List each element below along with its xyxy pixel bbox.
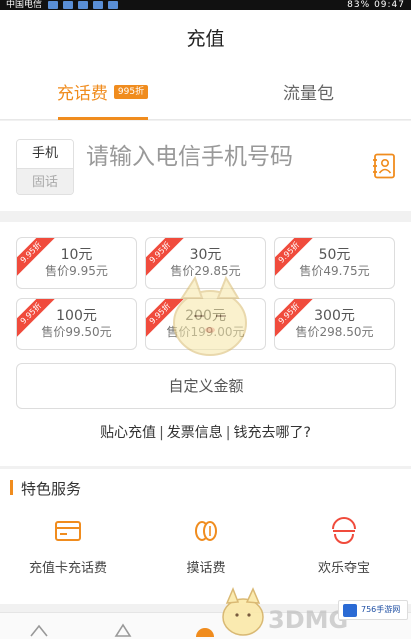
notification-icon [93,1,103,9]
info-links: 贴心充值 | 发票信息 | 钱充去哪了? [0,418,411,448]
notification-icon [48,1,58,9]
type-mobile-option[interactable]: 手机 [17,140,73,168]
notification-icons [48,1,118,9]
contacts-icon[interactable] [372,153,396,179]
amount-price: 售价99.50元 [41,325,112,339]
battery-label: 83% [347,0,371,10]
tab-indicator [58,117,148,120]
type-landline-option[interactable]: 固话 [17,168,73,194]
phone-section: 手机 固话 [0,121,411,211]
link-separator: | [225,425,231,441]
services-header: 特色服务 [10,477,81,501]
amount-option-300[interactable]: 9.95折 300元 售价298.50元 [274,298,395,350]
service-label: 欢乐夺宝 [317,561,370,576]
link-where-money-went[interactable]: 钱充去哪了? [234,425,311,441]
featured-services: 特色服务 充值卡充话费 摸话费 欢乐夺宝 [0,469,411,604]
service-card-recharge[interactable]: 充值卡充话费 [8,517,128,576]
status-right: 83% 09:47 [347,0,405,10]
notification-icon [63,1,73,9]
site-watermark-label: 756手游网 [361,605,401,614]
notification-icon [108,1,118,9]
link-thoughtful-recharge[interactable]: 贴心充值 [100,425,156,441]
service-label: 充值卡充话费 [28,561,107,576]
amount-option-100[interactable]: 9.95折 100元 售价99.50元 [16,298,137,350]
smile-icon [332,517,356,544]
amount-option-10[interactable]: 9.95折 10元 售价9.95元 [16,237,137,289]
amount-option-50[interactable]: 9.95折 50元 售价49.75元 [274,237,395,289]
site-logo-icon [343,604,357,617]
number-type-toggle: 手机 固话 [16,139,74,195]
custom-amount-button[interactable]: 自定义金额 [16,363,396,409]
page-title: 充值 [186,28,225,50]
tab-recharge[interactable]: 充话费 995折 [0,68,205,120]
site-watermark: 756手游网 [338,600,408,620]
discover-icon[interactable] [114,623,132,637]
service-label: 摸话费 [186,561,226,576]
mascot-watermark-icon [173,275,247,356]
services-title: 特色服务 [21,480,82,498]
tab-data-package-label: 流量包 [283,84,334,104]
tab-data-package[interactable]: 流量包 [206,68,411,120]
phone-number-input[interactable] [86,139,356,175]
center-tab-icon[interactable] [196,623,214,637]
time-label: 09:47 [374,0,405,10]
amount-price: 售价9.95元 [45,264,108,278]
carrier-label: 中国电信 [6,0,43,10]
brand-watermark: 3DMG [268,606,349,634]
home-icon[interactable] [30,623,48,637]
discount-badge: 995折 [113,85,149,99]
service-happy-treasure[interactable]: 欢乐夺宝 [284,517,404,576]
title-bar: 充值 [0,10,411,68]
tab-recharge-label: 充话费 [56,84,108,104]
section-marker [10,480,13,495]
card-icon [55,521,81,541]
amount-price: 售价49.75元 [299,264,370,278]
link-separator: | [159,425,164,441]
link-invoice-info[interactable]: 发票信息 [167,425,223,441]
notification-icon [78,1,88,9]
coins-icon [195,521,217,541]
tab-bar: 充话费 995折 流量包 [0,68,411,120]
status-bar: 中国电信 83% 09:47 [0,0,411,10]
mascot-watermark-icon [222,587,264,636]
amount-price: 售价298.50元 [295,325,374,339]
service-touch-credit[interactable]: 摸话费 [146,517,266,576]
